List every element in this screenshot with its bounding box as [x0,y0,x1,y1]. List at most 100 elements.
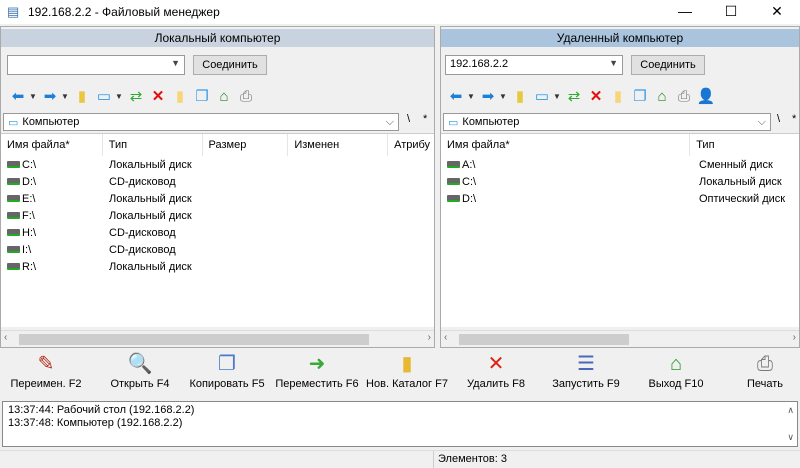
list-item[interactable]: I:\ CD-дисковод [1,241,434,258]
move-button[interactable]: ➜ Переместить F6 [272,350,362,390]
run-icon: ☰ [577,353,595,375]
list-item[interactable]: D:\ Оптический диск [441,190,799,207]
remote-horizontal-scrollbar[interactable]: ‹ › [441,330,799,347]
local-file-list[interactable]: Имя файла* Тип Размер Изменен Атрибу C:\… [1,133,434,327]
local-toolbar: ⬅ ▼ ➡ ▼ ▮ ▭ ▼ ⇄ ✕ ▮ ❐ ⌂ ⎙ [7,85,257,107]
remote-filter-button[interactable]: * [792,113,796,125]
scroll-down-icon[interactable]: ∨ [787,431,794,444]
copy-button[interactable]: ❐ Копировать F5 [182,350,272,390]
computer-dropdown-icon[interactable]: ▼ [115,92,125,101]
list-item[interactable]: H:\ CD-дисковод [1,224,434,241]
delete-icon[interactable]: ✕ [147,86,169,106]
magnifier-icon: 🔍 [127,353,153,375]
list-item[interactable]: E:\ Локальный диск [1,190,434,207]
parent-folder-icon[interactable]: ▮ [71,86,93,106]
back-dropdown-icon[interactable]: ▼ [29,92,39,101]
new-folder-button[interactable]: ▮ Нов. Каталог F7 [362,350,452,390]
forward-dropdown-icon[interactable]: ▼ [61,92,71,101]
new-folder-icon[interactable]: ▮ [607,86,629,106]
back-icon[interactable]: ⬅ [445,86,467,106]
remote-address-combo[interactable]: 192.168.2.2 ▼ [445,55,623,75]
print-icon[interactable]: ⎙ [235,86,257,106]
list-item[interactable]: A:\ Сменный диск [441,156,799,173]
chevron-down-icon: ▼ [171,58,180,68]
forward-icon[interactable]: ➡ [39,86,61,106]
remote-path-combo[interactable]: ▭ Компьютер ⌵ [443,113,771,131]
list-item[interactable]: D:\ CD-дисковод [1,173,434,190]
back-icon[interactable]: ⬅ [7,86,29,106]
run-button[interactable]: ☰ Запустить F9 [544,350,628,390]
log-line: 13:37:44: Рабочий стол (192.168.2.2) [8,404,195,416]
local-address-combo[interactable]: ▼ [7,55,185,75]
function-key-bar: ✎ Переимен. F2 🔍 Открыть F4 ❐ Копировать F5… [0,350,800,398]
column-name[interactable]: Имя файла* [441,134,691,156]
remote-file-list[interactable]: Имя файла* Тип A:\ Сменный диск C:\ Локаль… [441,133,799,327]
drive-icon [7,263,20,270]
column-type[interactable]: Тип [103,134,203,156]
remote-panel: Удаленный компьютер 192.168.2.2 ▼ Соедини… [440,26,800,348]
column-modified[interactable]: Изменен [288,134,389,156]
computer-icon[interactable]: ▭ [93,86,115,106]
local-connect-button[interactable]: Соединить [193,55,267,75]
list-item[interactable]: C:\ Локальный диск [441,173,799,190]
computer-dropdown-icon[interactable]: ▼ [553,92,563,101]
open-button[interactable]: 🔍 Открыть F4 [100,350,180,390]
remote-rows: A:\ Сменный диск C:\ Локальный диск D:\ Опт… [441,156,799,207]
remote-header: Удаленный компьютер [441,29,799,47]
remote-root-button[interactable]: \ [777,113,780,125]
exit-button[interactable]: ⌂ Выход F10 [636,350,716,390]
app-icon: ▤ [7,4,20,19]
refresh-icon[interactable]: ⇄ [563,86,585,106]
close-button[interactable]: ✕ [754,0,800,24]
rename-button[interactable]: ✎ Переимен. F2 [8,350,84,390]
local-filter-button[interactable]: * [423,113,427,125]
column-attributes[interactable]: Атрибу [388,134,434,156]
folder-icon: ▮ [401,353,413,375]
back-dropdown-icon[interactable]: ▼ [467,92,477,101]
local-root-button[interactable]: \ [407,113,410,125]
floppy-drive-icon [447,161,460,168]
cd-drive-icon [7,246,20,253]
minimize-button[interactable]: — [662,0,708,24]
drive-icon [7,195,20,202]
copy-icon[interactable]: ❐ [191,86,213,106]
remote-column-headers: Имя файла* Тип [441,134,799,156]
parent-folder-icon[interactable]: ▮ [509,86,531,106]
printer-icon: ⎙ [757,353,773,375]
move-icon: ➜ [308,353,326,375]
forward-icon[interactable]: ➡ [477,86,499,106]
column-name[interactable]: Имя файла* [1,134,103,156]
refresh-icon[interactable]: ⇄ [125,86,147,106]
local-path-combo[interactable]: ▭ Компьютер ⌵ [3,113,399,131]
title-bar: ▤ 192.168.2.2 - Файловый менеджер — ☐ ✕ [0,0,800,24]
forward-dropdown-icon[interactable]: ▼ [499,92,509,101]
computer-icon[interactable]: ▭ [531,86,553,106]
cd-drive-icon [7,178,20,185]
print-button[interactable]: ⎙ Печать [740,350,790,390]
new-folder-icon[interactable]: ▮ [169,86,191,106]
delete-icon[interactable]: ✕ [585,86,607,106]
delete-button[interactable]: ✕ Удалить F8 [454,350,538,390]
maximize-button[interactable]: ☐ [708,0,754,24]
scroll-up-icon[interactable]: ∧ [787,404,794,417]
user-icon[interactable]: 👤 [695,86,717,106]
local-header: Локальный компьютер [1,29,434,47]
chevron-down-icon: ▼ [609,58,618,68]
copy-document-icon: ❐ [218,353,236,375]
local-rows: C:\ Локальный диск D:\ CD-дисковод E:\ Лока… [1,156,434,275]
list-item[interactable]: F:\ Локальный диск [1,207,434,224]
delete-icon: ✕ [487,353,505,375]
drive-icon [7,161,20,168]
print-icon[interactable]: ⎙ [673,86,695,106]
list-item[interactable]: C:\ Локальный диск [1,156,434,173]
log-panel[interactable]: 13:37:44: Рабочий стол (192.168.2.2) 13:… [2,401,798,447]
copy-icon[interactable]: ❐ [629,86,651,106]
column-size[interactable]: Размер [203,134,289,156]
local-horizontal-scrollbar[interactable]: ‹ › [1,330,434,347]
column-type[interactable]: Тип [690,134,799,156]
home-icon[interactable]: ⌂ [651,86,673,106]
home-icon[interactable]: ⌂ [213,86,235,106]
remote-connect-button[interactable]: Соединить [631,55,705,75]
list-item[interactable]: R:\ Локальный диск [1,258,434,275]
chevron-down-icon: ⌵ [385,115,394,128]
